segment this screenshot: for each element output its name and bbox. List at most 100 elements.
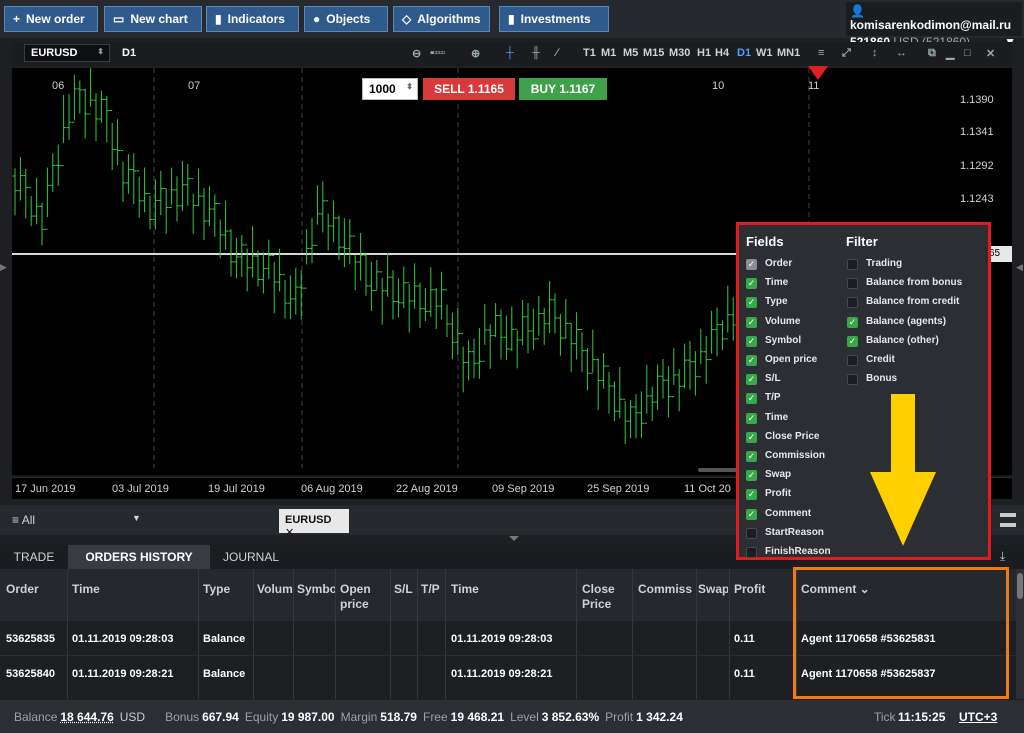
scroll-thumb[interactable] bbox=[1017, 573, 1023, 599]
time-marker-icon[interactable] bbox=[808, 66, 828, 80]
col-open-price[interactable]: Open price bbox=[340, 582, 386, 612]
filter-checkbox[interactable] bbox=[847, 278, 858, 290]
col-swap[interactable]: Swap bbox=[698, 582, 728, 597]
indicators-button[interactable]: ▮ Indicators bbox=[206, 6, 299, 32]
filter-checkbox[interactable]: ✓ bbox=[847, 335, 858, 347]
col-tp[interactable]: T/P bbox=[421, 582, 440, 597]
filter-checkbox[interactable] bbox=[847, 374, 858, 386]
tab-orders-history[interactable]: ORDERS HISTORY bbox=[68, 545, 210, 569]
field-checkbox[interactable] bbox=[746, 527, 757, 539]
left-scroll-icon[interactable]: ▶ bbox=[0, 262, 7, 273]
field-checkbox[interactable]: ✓ bbox=[746, 470, 757, 482]
chart-toolbar: EURUSD ⬍ D1 ⊖ ▪▫▫▫▫ ⊕ ┼ ╫ ∕ T1 M1 M5 M15 M30 H… bbox=[12, 42, 1012, 66]
export-icon[interactable]: ⤓ bbox=[1000, 549, 1005, 564]
right-scroll-icon[interactable]: ◀ bbox=[1016, 262, 1023, 273]
trendline-icon[interactable]: ⤢ bbox=[842, 47, 851, 60]
chevron-down-icon[interactable]: ▼ bbox=[132, 513, 141, 523]
col-volume[interactable]: Volum bbox=[257, 582, 297, 597]
minimize-icon[interactable]: ▁ bbox=[946, 47, 954, 60]
timeframe-m30-button[interactable]: M30 bbox=[669, 47, 690, 59]
field-checkbox[interactable]: ✓ bbox=[746, 374, 757, 386]
field-checkbox[interactable]: ✓ bbox=[746, 508, 757, 520]
field-checkbox[interactable]: ✓ bbox=[746, 278, 757, 290]
col-close-time[interactable]: Time bbox=[451, 582, 479, 597]
line-chart-icon[interactable]: ∕ bbox=[556, 47, 558, 59]
balance-value[interactable]: 18 644.76 bbox=[60, 710, 113, 724]
new-chart-button[interactable]: ▭ New chart bbox=[104, 6, 202, 32]
candle-chart-icon[interactable]: ╫ bbox=[532, 47, 540, 59]
filter-checkbox[interactable] bbox=[847, 297, 858, 309]
timeframe-mn1-button[interactable]: MN1 bbox=[777, 47, 800, 59]
close-icon[interactable]: ✕ bbox=[285, 527, 294, 539]
timezone-select[interactable]: UTC+3 bbox=[959, 710, 997, 724]
investments-button[interactable]: ▮ Investments bbox=[499, 6, 609, 32]
filter-checkbox[interactable] bbox=[847, 355, 858, 366]
balance-label: Balance bbox=[14, 709, 58, 724]
indicator-menu-icon[interactable]: ≡ bbox=[818, 47, 824, 59]
bar-chart-icon[interactable]: ┼ bbox=[506, 47, 514, 59]
tab-trade[interactable]: TRADE bbox=[0, 545, 68, 569]
field-checkbox[interactable]: ✓ bbox=[746, 393, 757, 405]
timeframe-m1-button[interactable]: M1 bbox=[601, 47, 616, 59]
vertical-line-icon[interactable]: ↕ bbox=[872, 47, 878, 59]
field-checkbox[interactable]: ✓ bbox=[746, 259, 757, 270]
col-profit[interactable]: Profit bbox=[734, 582, 765, 597]
collapse-panel-icon[interactable] bbox=[509, 536, 519, 541]
field-checkbox[interactable] bbox=[746, 547, 757, 558]
field-checkbox[interactable]: ✓ bbox=[746, 431, 757, 443]
col-sl[interactable]: S/L bbox=[394, 582, 413, 597]
spinner-icon[interactable]: ⬍ bbox=[406, 82, 413, 91]
objects-icon: ● bbox=[313, 12, 321, 26]
objects-label: Objects bbox=[326, 12, 371, 26]
field-checkbox[interactable]: ✓ bbox=[746, 355, 757, 366]
timeframe-m15-button[interactable]: M15 bbox=[643, 47, 664, 59]
zoom-out-icon[interactable]: ⊖ bbox=[412, 47, 421, 60]
algorithms-button[interactable]: ◇ Algorithms bbox=[393, 6, 490, 32]
objects-button[interactable]: ● Objects bbox=[304, 6, 388, 32]
sell-button[interactable]: SELL 1.1165 bbox=[423, 78, 515, 100]
cell-type: Balance bbox=[203, 633, 246, 645]
zoom-slider[interactable]: ▪▫▫▫▫ bbox=[430, 47, 445, 59]
timeframe-h1-button[interactable]: H1 bbox=[697, 47, 711, 59]
filter-checkbox[interactable]: ✓ bbox=[847, 316, 858, 328]
timeframe-d1-button[interactable]: D1 bbox=[737, 47, 751, 59]
timeframe-m5-button[interactable]: M5 bbox=[623, 47, 638, 59]
col-symbol[interactable]: Symbo bbox=[297, 582, 335, 597]
field-checkbox[interactable]: ✓ bbox=[746, 412, 757, 424]
col-close-price[interactable]: Close Price bbox=[582, 582, 628, 612]
price-label: 1.1390 bbox=[960, 94, 994, 106]
popout-icon[interactable]: ⧉ bbox=[928, 47, 936, 60]
new-order-label: New order bbox=[26, 12, 85, 26]
table-scrollbar[interactable] bbox=[1016, 569, 1024, 699]
col-order[interactable]: Order bbox=[6, 582, 39, 597]
close-icon[interactable]: ✕ bbox=[986, 47, 995, 60]
field-checkbox[interactable]: ✓ bbox=[746, 297, 757, 309]
buy-button[interactable]: BUY 1.1167 bbox=[519, 78, 607, 100]
filter-checkbox[interactable] bbox=[847, 259, 858, 270]
col-type[interactable]: Type bbox=[203, 582, 230, 597]
field-checkbox[interactable]: ✓ bbox=[746, 451, 757, 462]
volume-input[interactable]: 1000 ⬍ bbox=[362, 78, 418, 100]
timeframe-t1-button[interactable]: T1 bbox=[583, 47, 596, 59]
col-commission[interactable]: Commiss bbox=[638, 582, 696, 597]
timeframe-h4-button[interactable]: H4 bbox=[715, 47, 729, 59]
col-time[interactable]: Time bbox=[72, 582, 100, 597]
account-panel[interactable]: 👤 komisarenkodimon@mail.ru 521860 USD (5… bbox=[846, 2, 1022, 49]
symbol-select[interactable]: EURUSD ⬍ bbox=[24, 44, 110, 62]
field-checkbox[interactable]: ✓ bbox=[746, 316, 757, 328]
filter-label: Balance from bonus bbox=[866, 277, 963, 289]
timeframe-w1-button[interactable]: W1 bbox=[756, 47, 773, 59]
filter-all-select[interactable]: ≡ All bbox=[12, 513, 35, 527]
tab-eurusd[interactable]: EURUSD ✕ bbox=[279, 509, 349, 539]
margin-value: 518.79 bbox=[380, 709, 417, 724]
zoom-in-icon[interactable]: ⊕ bbox=[471, 47, 480, 60]
x-tick-label: 17 Jun 2019 bbox=[15, 483, 76, 495]
field-label: Type bbox=[765, 296, 788, 308]
tab-journal[interactable]: JOURNAL bbox=[210, 545, 292, 569]
field-checkbox[interactable]: ✓ bbox=[746, 335, 757, 347]
layout-icon[interactable] bbox=[1000, 513, 1016, 527]
field-checkbox[interactable]: ✓ bbox=[746, 489, 757, 501]
horizontal-line-icon[interactable]: ↔ bbox=[896, 47, 907, 59]
new-order-button[interactable]: + New order bbox=[4, 6, 98, 32]
maximize-icon[interactable]: □ bbox=[964, 47, 971, 59]
